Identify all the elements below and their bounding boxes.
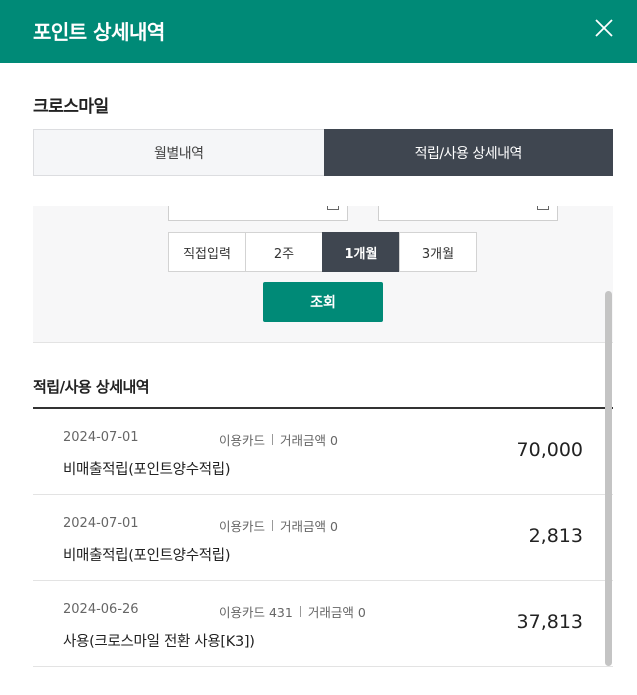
period-custom-button[interactable]: 직접입력 [168,232,246,272]
transaction-points: 70,000 [516,439,583,461]
transaction-row: 2024-07-01 이용카드 거래금액 0 비매출적립(포인트양수적립) 2,… [33,495,613,581]
modal-header: 포인트 상세내역 [0,0,637,63]
card-section-title: 크로스마일 [33,97,109,117]
card-label: 이용카드 431 [219,605,293,620]
modal-title: 포인트 상세내역 [33,20,165,44]
transaction-points: 37,813 [516,611,583,633]
tab-bar: 월별내역 적립/사용 상세내역 [33,129,613,176]
transaction-meta: 이용카드 거래금액 0 [219,516,338,535]
trade-amount-label: 거래금액 0 [280,519,338,534]
transaction-date: 2024-07-01 [63,430,139,445]
tab-monthly[interactable]: 월별내역 [33,129,324,176]
close-icon [595,19,613,37]
transaction-row: 2024-06-26 이용카드 431 거래금액 0 사용(크로스마일 전환 사… [33,581,613,667]
calendar-icon[interactable] [537,206,549,210]
trade-amount-label: 거래금액 0 [307,605,366,620]
meta-separator [299,606,301,617]
search-button[interactable]: 조회 [263,282,383,322]
meta-separator [272,434,274,445]
transaction-date: 2024-07-01 [63,516,139,531]
card-label: 이용카드 [219,433,266,448]
transaction-row: 2024-07-01 이용카드 거래금액 0 비매출적립(포인트양수적립) 70… [33,409,613,495]
card-label: 이용카드 [219,519,266,534]
scroll-content[interactable]: 직접입력 2주 1개월 3개월 조회 적립/사용 상세내역 2024-07-01… [33,206,613,676]
filter-panel: 직접입력 2주 1개월 3개월 조회 [33,206,613,343]
scrollbar-thumb[interactable] [605,291,612,666]
trade-amount-label: 거래금액 0 [280,433,338,448]
tab-detail[interactable]: 적립/사용 상세내역 [323,129,613,176]
period-1month-button[interactable]: 1개월 [322,232,400,272]
close-button[interactable] [588,12,620,44]
transaction-meta: 이용카드 431 거래금액 0 [219,602,366,621]
transaction-description: 비매출적립(포인트양수적립) [63,548,231,564]
transaction-meta: 이용카드 거래금액 0 [219,430,338,449]
period-3months-button[interactable]: 3개월 [399,232,477,272]
calendar-icon[interactable] [327,206,339,210]
period-button-group: 직접입력 2주 1개월 3개월 [168,232,477,272]
transaction-points: 2,813 [528,525,583,547]
end-date-input[interactable] [378,206,558,221]
transaction-description: 사용(크로스마일 전환 사용[K3]) [63,634,255,650]
list-title: 적립/사용 상세내역 [33,378,150,396]
meta-separator [272,520,274,531]
transaction-description: 비매출적립(포인트양수적립) [63,462,231,478]
period-2weeks-button[interactable]: 2주 [245,232,323,272]
transaction-date: 2024-06-26 [63,602,139,617]
start-date-input[interactable] [168,206,348,221]
